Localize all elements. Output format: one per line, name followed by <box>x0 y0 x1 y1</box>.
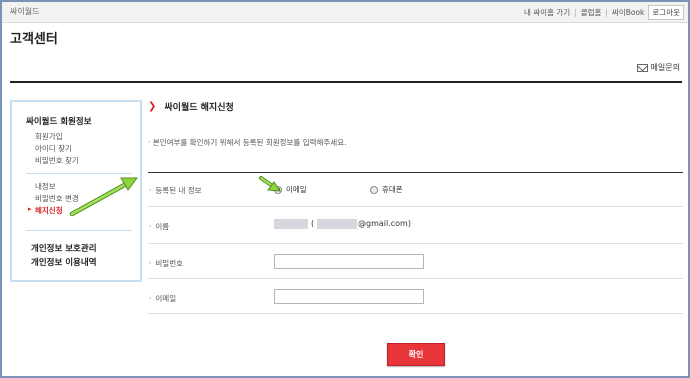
sidebar-item-signup[interactable]: 회원가입 <box>35 131 63 142</box>
sidebar-item-change-password[interactable]: 비밀번호 변경 <box>35 193 79 204</box>
radio-email-label: 이메일 <box>286 185 307 194</box>
email-input[interactable] <box>274 289 424 304</box>
top-links: 내 싸이홈 가기 | 클럽홈 | 싸이Book 로그아웃 <box>524 5 684 20</box>
form-top-divider <box>148 172 683 173</box>
info-label-text: 등록된 내 정보 <box>155 186 202 195</box>
sidebar-item-my-info[interactable]: 내정보 <box>35 181 56 192</box>
chevron-right-icon: ❯ <box>148 101 157 112</box>
sidebar-divider <box>26 230 132 231</box>
sidebar-link-privacy-usage[interactable]: 개인정보 이용내역 <box>31 256 97 268</box>
content-title: ❯ 싸이월드 해지신청 <box>148 100 234 113</box>
row-divider <box>148 313 683 314</box>
notice-message: 본인여부를 확인하기 위해서 등록된 회원정보를 입력해주세요. <box>152 138 347 147</box>
notice-text: · 본인여부를 확인하기 위해서 등록된 회원정보를 입력해주세요. <box>148 137 346 148</box>
sidebar-link-privacy-management[interactable]: 개인정보 보호관리 <box>31 242 97 254</box>
email-redacted <box>317 219 357 229</box>
logout-button[interactable]: 로그아웃 <box>648 5 684 20</box>
bullet: · <box>149 259 152 268</box>
info-label: · 등록된 내 정보 <box>149 185 202 196</box>
link-club-home[interactable]: 클럽홈 <box>581 7 602 18</box>
sidebar: 싸이월드 회원정보 회원가입 아이디 찾기 비밀번호 찾기 내정보 비밀번호 변… <box>10 100 142 282</box>
link-cy-book[interactable]: 싸이Book <box>612 7 644 18</box>
radio-email-dot[interactable] <box>274 185 282 194</box>
radio-phone[interactable]: 휴대폰 <box>370 184 403 195</box>
email-label: · 이메일 <box>149 293 176 304</box>
title-divider <box>10 81 682 83</box>
email-inquiry-button[interactable]: 메일문의 <box>636 62 680 73</box>
top-bar: 싸이월드 내 싸이홈 가기 | 클럽홈 | 싸이Book 로그아웃 <box>2 2 688 23</box>
password-label: · 비밀번호 <box>149 258 183 269</box>
row-divider <box>148 206 683 207</box>
email-label-text: 이메일 <box>155 294 177 303</box>
separator: | <box>574 8 577 17</box>
confirm-button[interactable]: 확인 <box>387 343 445 366</box>
password-label-text: 비밀번호 <box>155 259 183 268</box>
name-paren: ( <box>311 219 315 228</box>
bullet: · <box>149 222 152 231</box>
name-label-text: 이름 <box>155 222 170 231</box>
name-email-suffix: @gmail.com) <box>358 219 411 228</box>
sidebar-item-cancel-membership[interactable]: 해지신청 <box>28 205 63 216</box>
sidebar-section-title: 싸이월드 회원정보 <box>26 117 92 127</box>
separator: | <box>605 8 608 17</box>
page-title: 고객센터 <box>10 32 58 47</box>
bullet: · <box>149 294 152 303</box>
row-divider <box>148 278 683 279</box>
row-divider <box>148 243 683 244</box>
link-my-home[interactable]: 내 싸이홈 가기 <box>524 7 570 18</box>
sidebar-item-find-password[interactable]: 비밀번호 찾기 <box>35 155 79 166</box>
sidebar-item-find-id[interactable]: 아이디 찾기 <box>35 143 72 154</box>
password-input[interactable] <box>274 254 424 269</box>
sidebar-divider <box>26 173 132 174</box>
name-label: · 이름 <box>149 221 169 232</box>
name-redacted <box>274 219 308 229</box>
email-inquiry-label: 메일문의 <box>650 63 680 72</box>
radio-email[interactable]: 이메일 <box>274 184 307 195</box>
brand-label[interactable]: 싸이월드 <box>10 6 39 17</box>
mail-icon <box>636 63 648 72</box>
bullet: · <box>149 186 152 195</box>
radio-phone-dot[interactable] <box>370 185 378 194</box>
radio-phone-label: 휴대폰 <box>382 185 403 194</box>
content-title-text: 싸이월드 해지신청 <box>164 103 234 113</box>
